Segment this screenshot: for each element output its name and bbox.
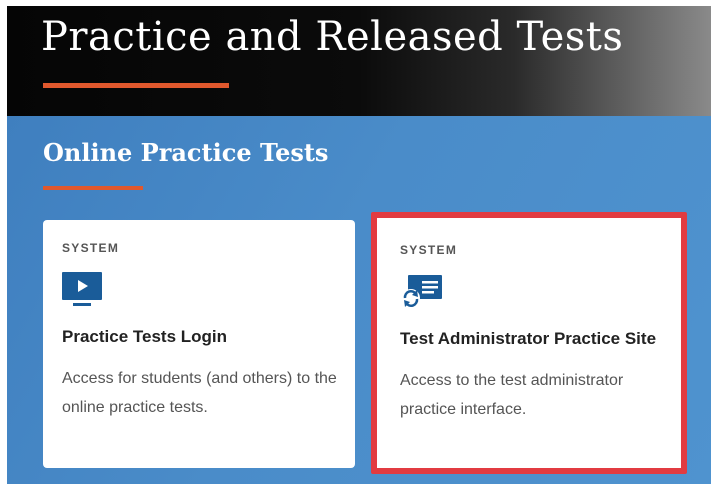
page-frame: Practice and Released Tests Online Pract… [7,6,711,484]
card-description: Access to the test administrator practic… [400,372,624,418]
card-description: Access for students (and others) to the … [62,370,337,416]
online-practice-section: Online Practice Tests SYSTEM Practice Te… [7,116,711,484]
page-title: Practice and Released Tests [41,14,624,60]
card-title-link[interactable]: Test Administrator Practice Site [400,329,656,349]
section-underline [43,186,143,190]
practice-tests-login-card[interactable]: SYSTEM Practice Tests Login Access for s… [43,220,355,468]
title-underline [43,83,229,88]
section-title: Online Practice Tests [43,138,329,167]
admin-refresh-icon [400,274,444,312]
page-header: Practice and Released Tests [7,6,711,116]
card-title-link[interactable]: Practice Tests Login [62,327,227,347]
test-administrator-practice-card[interactable]: SYSTEM Test Administrator Practice Site … [381,222,677,462]
highlight-box: SYSTEM Test Administrator Practice Site … [371,212,687,474]
card-category-label: SYSTEM [62,241,120,255]
card-category-label: SYSTEM [400,243,458,257]
monitor-play-icon [62,272,106,310]
